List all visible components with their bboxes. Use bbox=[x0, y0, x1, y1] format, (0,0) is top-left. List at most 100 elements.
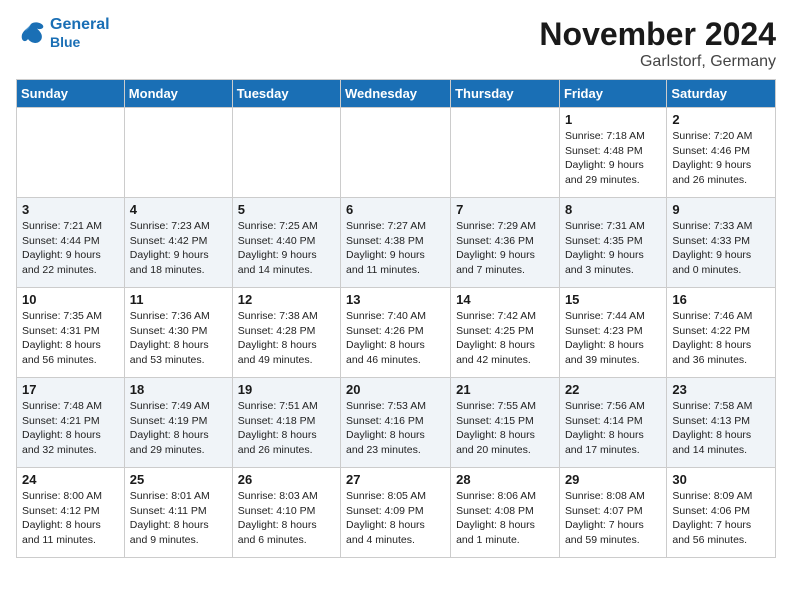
calendar-cell: 17 Sunrise: 7:48 AMSunset: 4:21 PMDayligh… bbox=[17, 378, 125, 468]
calendar-week-2: 3Sunrise: 7:21 AMSunset: 4:44 PMDaylight… bbox=[17, 198, 776, 288]
day-info: Sunrise: 7:25 AMSunset: 4:40 PMDaylight:… bbox=[238, 219, 335, 278]
day-info: Sunrise: 7:46 AMSunset: 4:22 PMDaylight:… bbox=[672, 309, 770, 368]
calendar-cell: 6Sunrise: 7:27 AMSunset: 4:38 PMDaylight… bbox=[341, 198, 451, 288]
day-number: 20 bbox=[346, 382, 445, 397]
weekday-header-monday: Monday bbox=[124, 80, 232, 108]
weekday-header-tuesday: Tuesday bbox=[232, 80, 340, 108]
day-info: Sunrise: 7:49 AMSunset: 4:19 PMDaylight:… bbox=[130, 399, 227, 458]
weekday-header-sunday: Sunday bbox=[17, 80, 125, 108]
day-number: 17 bbox=[22, 382, 119, 397]
month-title: November 2024 bbox=[539, 16, 776, 53]
calendar-cell: 9 Sunrise: 7:33 AMSunset: 4:33 PMDaylight… bbox=[667, 198, 776, 288]
weekday-header-wednesday: Wednesday bbox=[341, 80, 451, 108]
calendar-cell: 12Sunrise: 7:38 AMSunset: 4:28 PMDayligh… bbox=[232, 288, 340, 378]
day-number: 8 bbox=[565, 202, 661, 217]
day-number: 4 bbox=[130, 202, 227, 217]
day-number: 16 bbox=[672, 292, 770, 307]
calendar-cell bbox=[17, 108, 125, 198]
day-info: Sunrise: 8:00 AMSunset: 4:12 PMDaylight:… bbox=[22, 489, 119, 548]
day-info: Sunrise: 7:18 AMSunset: 4:48 PMDaylight:… bbox=[565, 129, 661, 188]
logo: General Blue bbox=[16, 16, 110, 50]
day-number: 22 bbox=[565, 382, 661, 397]
calendar-cell: 23Sunrise: 7:58 AMSunset: 4:13 PMDayligh… bbox=[667, 378, 776, 468]
calendar-cell: 15 Sunrise: 7:44 AMSunset: 4:23 PMDayligh… bbox=[559, 288, 666, 378]
day-info: Sunrise: 7:48 AMSunset: 4:21 PMDaylight:… bbox=[22, 399, 119, 458]
day-number: 29 bbox=[565, 472, 661, 487]
day-info: Sunrise: 8:09 AMSunset: 4:06 PMDaylight:… bbox=[672, 489, 770, 548]
day-number: 24 bbox=[22, 472, 119, 487]
calendar-cell: 18 Sunrise: 7:49 AMSunset: 4:19 PMDayligh… bbox=[124, 378, 232, 468]
calendar-cell: 8 Sunrise: 7:31 AMSunset: 4:35 PMDaylight… bbox=[559, 198, 666, 288]
calendar-cell: 27 Sunrise: 8:05 AMSunset: 4:09 PMDayligh… bbox=[341, 468, 451, 558]
calendar-cell: 7 Sunrise: 7:29 AMSunset: 4:36 PMDaylight… bbox=[451, 198, 560, 288]
day-number: 7 bbox=[456, 202, 554, 217]
day-number: 9 bbox=[672, 202, 770, 217]
calendar-week-1: 1 Sunrise: 7:18 AMSunset: 4:48 PMDaylight… bbox=[17, 108, 776, 198]
weekday-header-saturday: Saturday bbox=[667, 80, 776, 108]
day-info: Sunrise: 7:36 AMSunset: 4:30 PMDaylight:… bbox=[130, 309, 227, 368]
day-number: 23 bbox=[672, 382, 770, 397]
day-info: Sunrise: 7:38 AMSunset: 4:28 PMDaylight:… bbox=[238, 309, 335, 368]
day-info: Sunrise: 8:06 AMSunset: 4:08 PMDaylight:… bbox=[456, 489, 554, 548]
day-info: Sunrise: 7:31 AMSunset: 4:35 PMDaylight:… bbox=[565, 219, 661, 278]
calendar-cell: 2Sunrise: 7:20 AMSunset: 4:46 PMDaylight… bbox=[667, 108, 776, 198]
day-info: Sunrise: 7:55 AMSunset: 4:15 PMDaylight:… bbox=[456, 399, 554, 458]
day-number: 5 bbox=[238, 202, 335, 217]
day-number: 26 bbox=[238, 472, 335, 487]
calendar-cell: 1 Sunrise: 7:18 AMSunset: 4:48 PMDaylight… bbox=[559, 108, 666, 198]
calendar-cell: 14Sunrise: 7:42 AMSunset: 4:25 PMDayligh… bbox=[451, 288, 560, 378]
day-info: Sunrise: 7:33 AMSunset: 4:33 PMDaylight:… bbox=[672, 219, 770, 278]
day-info: Sunrise: 7:44 AMSunset: 4:23 PMDaylight:… bbox=[565, 309, 661, 368]
day-info: Sunrise: 7:35 AMSunset: 4:31 PMDaylight:… bbox=[22, 309, 119, 368]
day-number: 30 bbox=[672, 472, 770, 487]
day-info: Sunrise: 7:53 AMSunset: 4:16 PMDaylight:… bbox=[346, 399, 445, 458]
day-info: Sunrise: 7:23 AMSunset: 4:42 PMDaylight:… bbox=[130, 219, 227, 278]
day-number: 3 bbox=[22, 202, 119, 217]
day-number: 1 bbox=[565, 112, 661, 127]
calendar-cell: 30 Sunrise: 8:09 AMSunset: 4:06 PMDayligh… bbox=[667, 468, 776, 558]
day-info: Sunrise: 7:51 AMSunset: 4:18 PMDaylight:… bbox=[238, 399, 335, 458]
calendar-week-5: 24 Sunrise: 8:00 AMSunset: 4:12 PMDayligh… bbox=[17, 468, 776, 558]
logo-bird-icon bbox=[16, 18, 46, 48]
calendar-cell: 21 Sunrise: 7:55 AMSunset: 4:15 PMDayligh… bbox=[451, 378, 560, 468]
calendar-cell: 25 Sunrise: 8:01 AMSunset: 4:11 PMDayligh… bbox=[124, 468, 232, 558]
calendar-week-3: 10 Sunrise: 7:35 AMSunset: 4:31 PMDayligh… bbox=[17, 288, 776, 378]
calendar-cell: 16 Sunrise: 7:46 AMSunset: 4:22 PMDayligh… bbox=[667, 288, 776, 378]
calendar-cell: 29 Sunrise: 8:08 AMSunset: 4:07 PMDayligh… bbox=[559, 468, 666, 558]
calendar-cell: 5 Sunrise: 7:25 AMSunset: 4:40 PMDaylight… bbox=[232, 198, 340, 288]
calendar-week-4: 17 Sunrise: 7:48 AMSunset: 4:21 PMDayligh… bbox=[17, 378, 776, 468]
day-number: 15 bbox=[565, 292, 661, 307]
page-header: General Blue November 2024 Garlstorf, Ge… bbox=[16, 16, 776, 71]
calendar-cell bbox=[124, 108, 232, 198]
day-number: 10 bbox=[22, 292, 119, 307]
title-block: November 2024 Garlstorf, Germany bbox=[539, 16, 776, 71]
calendar-cell: 4 Sunrise: 7:23 AMSunset: 4:42 PMDaylight… bbox=[124, 198, 232, 288]
calendar-cell: 22Sunrise: 7:56 AMSunset: 4:14 PMDayligh… bbox=[559, 378, 666, 468]
day-number: 28 bbox=[456, 472, 554, 487]
day-number: 14 bbox=[456, 292, 554, 307]
logo-text: General Blue bbox=[50, 16, 110, 50]
day-number: 25 bbox=[130, 472, 227, 487]
location: Garlstorf, Germany bbox=[539, 53, 776, 71]
calendar-cell: 10 Sunrise: 7:35 AMSunset: 4:31 PMDayligh… bbox=[17, 288, 125, 378]
calendar-cell: 13 Sunrise: 7:40 AMSunset: 4:26 PMDayligh… bbox=[341, 288, 451, 378]
day-info: Sunrise: 8:05 AMSunset: 4:09 PMDaylight:… bbox=[346, 489, 445, 548]
calendar-cell: 24 Sunrise: 8:00 AMSunset: 4:12 PMDayligh… bbox=[17, 468, 125, 558]
day-number: 18 bbox=[130, 382, 227, 397]
day-info: Sunrise: 7:29 AMSunset: 4:36 PMDaylight:… bbox=[456, 219, 554, 278]
calendar-cell: 28 Sunrise: 8:06 AMSunset: 4:08 PMDayligh… bbox=[451, 468, 560, 558]
calendar-cell bbox=[232, 108, 340, 198]
calendar-cell: 26 Sunrise: 8:03 AMSunset: 4:10 PMDayligh… bbox=[232, 468, 340, 558]
day-info: Sunrise: 8:03 AMSunset: 4:10 PMDaylight:… bbox=[238, 489, 335, 548]
day-info: Sunrise: 8:08 AMSunset: 4:07 PMDaylight:… bbox=[565, 489, 661, 548]
day-number: 2 bbox=[672, 112, 770, 127]
day-info: Sunrise: 8:01 AMSunset: 4:11 PMDaylight:… bbox=[130, 489, 227, 548]
calendar-cell: 3Sunrise: 7:21 AMSunset: 4:44 PMDaylight… bbox=[17, 198, 125, 288]
day-number: 6 bbox=[346, 202, 445, 217]
day-number: 13 bbox=[346, 292, 445, 307]
day-info: Sunrise: 7:40 AMSunset: 4:26 PMDaylight:… bbox=[346, 309, 445, 368]
calendar-cell: 20 Sunrise: 7:53 AMSunset: 4:16 PMDayligh… bbox=[341, 378, 451, 468]
calendar-cell: 19Sunrise: 7:51 AMSunset: 4:18 PMDayligh… bbox=[232, 378, 340, 468]
day-number: 21 bbox=[456, 382, 554, 397]
day-number: 27 bbox=[346, 472, 445, 487]
